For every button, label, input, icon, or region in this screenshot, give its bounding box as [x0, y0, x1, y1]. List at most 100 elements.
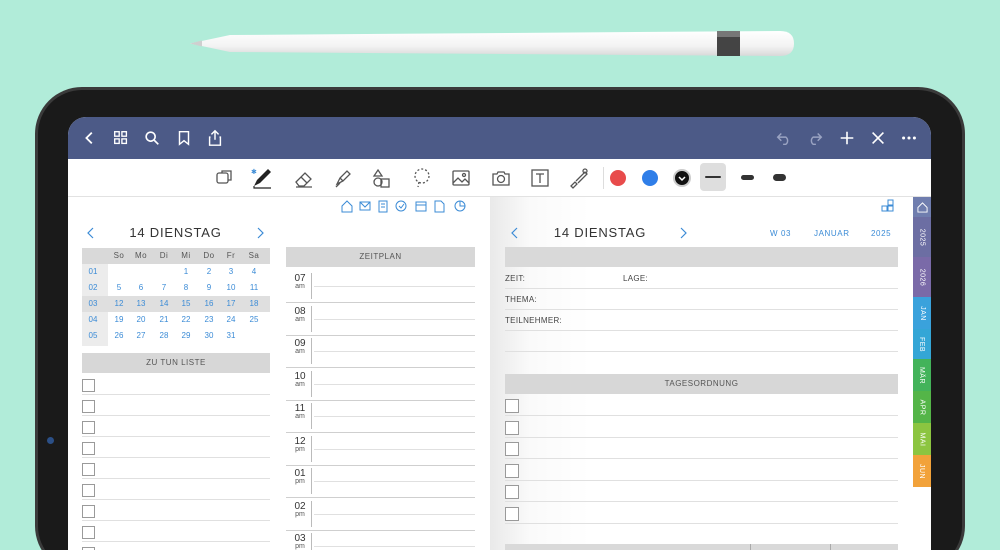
todo-checkbox[interactable] [82, 379, 95, 392]
calendar-day[interactable]: 23 [198, 315, 220, 324]
agenda-checkbox[interactable] [505, 420, 519, 435]
title-bar[interactable] [505, 247, 898, 267]
side-tab-3[interactable]: FEB [913, 329, 931, 359]
side-tab-6[interactable]: MAI [913, 423, 931, 455]
todo-line[interactable] [82, 499, 270, 500]
redo-icon[interactable] [805, 128, 825, 148]
calendar-day[interactable]: 8 [175, 283, 197, 292]
schedule-line[interactable] [286, 464, 475, 466]
week-link[interactable]: W 03 [770, 229, 791, 238]
stroke-medium-option[interactable] [736, 172, 762, 184]
back-icon[interactable] [80, 128, 100, 148]
agenda-checkbox[interactable] [505, 442, 519, 456]
agenda-checkbox[interactable] [505, 506, 519, 521]
todo-checkbox[interactable] [82, 463, 95, 476]
search-icon[interactable] [142, 128, 162, 148]
schedule-line[interactable] [314, 546, 475, 547]
right-next-day-icon[interactable] [678, 227, 688, 239]
calendar-day[interactable]: 13 [130, 299, 152, 308]
todo-checkbox[interactable] [82, 442, 95, 455]
todo-line[interactable] [82, 436, 270, 437]
agenda-line[interactable] [505, 436, 898, 438]
week-number[interactable]: 03 [82, 299, 104, 308]
calendar-day[interactable]: 20 [130, 315, 152, 324]
week-number[interactable]: 04 [82, 315, 104, 324]
calendar-day[interactable]: 12 [108, 299, 130, 308]
calendar-day[interactable]: 19 [108, 315, 130, 324]
agenda-checkbox[interactable] [505, 399, 519, 413]
agenda-line[interactable] [505, 458, 898, 459]
calendar-day[interactable]: 14 [153, 299, 175, 308]
side-tab-5[interactable]: APR [913, 391, 931, 423]
calendar-day[interactable]: 3 [220, 267, 242, 276]
calendar-day[interactable]: 27 [130, 331, 152, 340]
bookmark-icon[interactable] [174, 128, 194, 148]
todo-line[interactable] [82, 541, 270, 542]
year-link[interactable]: 2025 [871, 229, 891, 238]
close-icon[interactable] [868, 128, 888, 148]
undo-icon[interactable] [774, 128, 794, 148]
schedule-line[interactable] [286, 367, 475, 368]
calendar-day[interactable]: 21 [153, 315, 175, 324]
color-blue-swatch[interactable] [642, 170, 658, 186]
schedule-line[interactable] [286, 302, 475, 303]
todo-checkbox[interactable] [82, 421, 95, 434]
schedule-line[interactable] [286, 334, 475, 336]
calendar-day[interactable]: 4 [243, 267, 265, 276]
calendar-day[interactable]: 17 [220, 299, 242, 308]
calendar-day[interactable]: 10 [220, 283, 242, 292]
calendar-day[interactable]: 9 [198, 283, 220, 292]
todo-checkbox[interactable] [82, 526, 95, 539]
schedule-line[interactable] [314, 351, 475, 352]
week-number[interactable]: 02 [82, 283, 104, 292]
todo-checkbox[interactable] [82, 484, 95, 497]
side-tab-4[interactable]: MÄR [913, 359, 931, 391]
week-number[interactable]: 01 [82, 267, 104, 276]
camera-icon[interactable] [489, 166, 513, 190]
month-link[interactable]: JANUAR [814, 229, 850, 238]
side-tab-2[interactable]: JAN [913, 297, 931, 329]
calendar-day[interactable]: 18 [243, 299, 265, 308]
side-tab-1[interactable]: 2026 [913, 257, 931, 297]
next-day-icon[interactable] [255, 227, 265, 239]
schedule-line[interactable] [314, 383, 475, 385]
calendar-day[interactable]: 7 [153, 283, 175, 292]
todo-line[interactable] [82, 394, 270, 395]
image-icon[interactable] [449, 166, 473, 190]
schedule-line[interactable] [314, 448, 475, 450]
element-tool-icon[interactable] [567, 166, 591, 190]
todo-line[interactable] [82, 478, 270, 479]
calendar-day[interactable]: 2 [198, 267, 220, 276]
schedule-line[interactable] [286, 432, 475, 433]
add-icon[interactable] [837, 128, 857, 148]
calendar-day[interactable]: 15 [175, 299, 197, 308]
calendar-day[interactable]: 31 [220, 331, 242, 340]
agenda-line[interactable] [505, 415, 898, 416]
side-tab-0[interactable]: 2025 [913, 217, 931, 257]
grid-icon[interactable] [111, 128, 131, 148]
stroke-thick-option[interactable] [768, 172, 794, 184]
layout-grid-icon[interactable] [881, 199, 895, 213]
home-tab[interactable] [913, 197, 931, 217]
color-black-swatch[interactable] [673, 169, 691, 187]
text-tool-icon[interactable] [528, 166, 552, 190]
agenda-line[interactable] [505, 479, 898, 481]
calendar-day[interactable]: 22 [175, 315, 197, 324]
color-red-swatch[interactable] [610, 170, 626, 186]
calendar-day[interactable]: 29 [175, 331, 197, 340]
lasso-icon[interactable] [410, 166, 434, 190]
todo-line[interactable] [82, 520, 270, 521]
right-prev-day-icon[interactable] [510, 227, 520, 239]
calendar-day[interactable]: 28 [153, 331, 175, 340]
share-icon[interactable] [205, 128, 225, 148]
pen-icon[interactable]: ✱ [250, 166, 274, 190]
schedule-line[interactable] [314, 513, 475, 515]
agenda-line[interactable] [505, 522, 898, 524]
calendar-day[interactable]: 24 [220, 315, 242, 324]
prev-day-icon[interactable] [86, 227, 96, 239]
stroke-thin-option[interactable] [700, 163, 726, 191]
calendar-day[interactable]: 6 [130, 283, 152, 292]
agenda-checkbox[interactable] [505, 463, 519, 478]
side-tab-7[interactable]: JUN [913, 455, 931, 487]
quick-nav-icons[interactable] [340, 199, 475, 213]
